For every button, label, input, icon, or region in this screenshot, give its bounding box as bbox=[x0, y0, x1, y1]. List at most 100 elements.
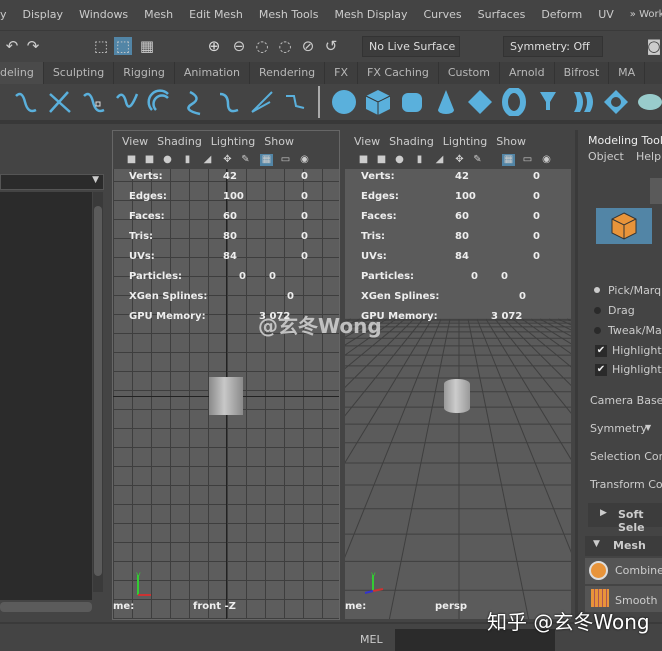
menu-windows[interactable]: Windows bbox=[71, 8, 136, 21]
extrude-icon[interactable] bbox=[636, 88, 662, 116]
2d-pan-icon[interactable]: ✥ bbox=[453, 154, 466, 166]
tweak-marquee-option[interactable]: Tweak/Mar bbox=[608, 324, 662, 337]
viewport-menu-lighting[interactable]: Lighting bbox=[434, 131, 487, 151]
grease-pencil-icon[interactable]: ✎ bbox=[471, 154, 484, 166]
checkbox-highlight-2[interactable]: ✔ bbox=[595, 364, 607, 376]
bezier-curve-icon[interactable] bbox=[113, 88, 141, 116]
camera-icon[interactable]: ■ bbox=[357, 154, 370, 166]
loft-icon[interactable] bbox=[568, 88, 596, 116]
image-plane-icon[interactable]: ◢ bbox=[433, 154, 446, 166]
tab-sculpting[interactable]: Sculpting bbox=[44, 62, 115, 84]
tab-rendering[interactable]: Rendering bbox=[250, 62, 326, 84]
camera-attributes-icon[interactable]: ● bbox=[161, 154, 174, 166]
menu-curves[interactable]: Curves bbox=[415, 8, 469, 21]
render-icon[interactable]: ◙ bbox=[645, 37, 662, 55]
tab-animation[interactable]: Animation bbox=[175, 62, 250, 84]
redo-icon[interactable]: ↷ bbox=[24, 37, 42, 55]
tab-bifrost[interactable]: Bifrost bbox=[555, 62, 610, 84]
2d-pan-icon[interactable]: ✥ bbox=[221, 154, 234, 166]
viewport-persp[interactable]: View Shading Lighting Show ■ ■ ● ▮ ◢ ✥ ✎ ▦ ▭ ◉ V… bbox=[344, 130, 572, 620]
viewport-menu-shading[interactable]: Shading bbox=[380, 131, 434, 151]
object-mode-button[interactable] bbox=[596, 208, 652, 244]
snap-live-icon[interactable]: ↺ bbox=[322, 37, 340, 55]
bookmark-icon[interactable]: ▮ bbox=[181, 154, 194, 166]
select-component-icon[interactable]: ▦ bbox=[138, 37, 156, 55]
combine-button[interactable]: Combine bbox=[585, 558, 662, 584]
snap-grid-icon[interactable]: ⊕ bbox=[205, 37, 223, 55]
snap-surface-icon[interactable]: ⊘ bbox=[299, 37, 317, 55]
snap-curve-icon[interactable]: ⊖ bbox=[230, 37, 248, 55]
viewport-menu-show[interactable]: Show bbox=[255, 131, 294, 151]
snap-view-icon[interactable]: ◌ bbox=[276, 37, 294, 55]
viewport-menu-show[interactable]: Show bbox=[487, 131, 526, 151]
outliner-filter-dropdown[interactable]: ▼ bbox=[0, 174, 104, 190]
live-surface-field[interactable]: No Live Surface bbox=[362, 36, 460, 57]
camera-attributes-icon[interactable]: ● bbox=[393, 154, 406, 166]
symmetry-dropdown[interactable]: Symmetry: Off bbox=[503, 36, 603, 57]
grid-toggle-icon[interactable]: ▦ bbox=[260, 154, 273, 166]
mode-button[interactable] bbox=[650, 178, 662, 204]
vertical-scrollbar[interactable] bbox=[93, 192, 103, 592]
selection-constraint-label[interactable]: Selection Con bbox=[590, 450, 662, 463]
pick-marquee-option[interactable]: Pick/Marque bbox=[608, 284, 662, 297]
bookmark-icon[interactable]: ▮ bbox=[413, 154, 426, 166]
tab-custom[interactable]: Custom bbox=[439, 62, 500, 84]
camera-icon[interactable]: ■ bbox=[125, 154, 138, 166]
outliner-list[interactable] bbox=[0, 192, 92, 600]
symmetry-dropdown[interactable]: Symmetry bbox=[590, 422, 647, 435]
menu-mesh[interactable]: Mesh bbox=[136, 8, 181, 21]
resolution-gate-icon[interactable]: ◉ bbox=[540, 154, 553, 166]
camera-lock-icon[interactable]: ■ bbox=[375, 154, 388, 166]
pencil-curve-icon[interactable] bbox=[46, 88, 74, 116]
arc-icon[interactable] bbox=[146, 88, 174, 116]
tab-rigging[interactable]: Rigging bbox=[114, 62, 175, 84]
tab-modeling[interactable]: deling bbox=[0, 62, 44, 84]
tab-mash[interactable]: MA bbox=[609, 62, 646, 84]
snap-point-icon[interactable]: ◌ bbox=[253, 37, 271, 55]
transform-constraint-label[interactable]: Transform Con bbox=[590, 478, 662, 491]
plane-icon[interactable] bbox=[466, 88, 494, 116]
detach-curve-icon[interactable] bbox=[216, 88, 244, 116]
tab-fx[interactable]: FX bbox=[325, 62, 359, 84]
checkbox-highlight-1[interactable]: ✔ bbox=[595, 345, 607, 357]
menu-deform[interactable]: Deform bbox=[533, 8, 590, 21]
revolve-icon[interactable] bbox=[534, 88, 562, 116]
viewport-menu-lighting[interactable]: Lighting bbox=[202, 131, 255, 151]
tab-fx-caching[interactable]: FX Caching bbox=[358, 62, 439, 84]
undo-icon[interactable]: ↶ bbox=[3, 37, 21, 55]
select-hierarchy-icon[interactable]: ⬚ bbox=[92, 37, 110, 55]
menu-object[interactable]: Object bbox=[588, 150, 624, 163]
cube-icon[interactable] bbox=[364, 88, 392, 116]
camera-based-label[interactable]: Camera Based bbox=[590, 394, 662, 407]
camera-lock-icon[interactable]: ■ bbox=[143, 154, 156, 166]
radio-tweak[interactable] bbox=[594, 327, 601, 334]
workspace-selector[interactable]: » Workspace bbox=[622, 9, 662, 20]
film-gate-icon[interactable]: ▭ bbox=[279, 154, 292, 166]
insert-knot-icon[interactable] bbox=[248, 88, 276, 116]
menu-surfaces[interactable]: Surfaces bbox=[470, 8, 534, 21]
menu-mesh-tools[interactable]: Mesh Tools bbox=[251, 8, 327, 21]
drag-option[interactable]: Drag bbox=[608, 304, 635, 317]
tab-arnold[interactable]: Arnold bbox=[500, 62, 555, 84]
menu-uv[interactable]: UV bbox=[590, 8, 622, 21]
cylinder-object[interactable] bbox=[209, 377, 243, 415]
torus-icon[interactable] bbox=[500, 88, 528, 116]
grease-pencil-icon[interactable]: ✎ bbox=[239, 154, 252, 166]
viewport-front[interactable]: View Shading Lighting Show ■ ■ ● ▮ ◢ ✥ ✎ ▦ ▭ ◉ V… bbox=[112, 130, 340, 620]
cone-icon[interactable] bbox=[432, 88, 460, 116]
menu-item[interactable]: y bbox=[0, 8, 15, 21]
cylinder-icon[interactable] bbox=[398, 88, 426, 116]
menu-help[interactable]: Help bbox=[636, 150, 661, 163]
grid-toggle-icon[interactable]: ▦ bbox=[502, 154, 515, 166]
cylinder-object[interactable] bbox=[444, 379, 470, 413]
horizontal-scrollbar[interactable] bbox=[0, 602, 92, 612]
select-object-icon[interactable]: ⬚ bbox=[114, 37, 132, 55]
resolution-gate-icon[interactable]: ◉ bbox=[298, 154, 311, 166]
radio-pick-selected[interactable] bbox=[594, 287, 600, 293]
menu-display[interactable]: Display bbox=[15, 8, 72, 21]
ep-curve-icon[interactable] bbox=[80, 88, 108, 116]
menu-edit-mesh[interactable]: Edit Mesh bbox=[181, 8, 251, 21]
image-plane-icon[interactable]: ◢ bbox=[201, 154, 214, 166]
cv-curve-icon[interactable] bbox=[12, 88, 40, 116]
viewport-menu-view[interactable]: View bbox=[345, 131, 380, 151]
